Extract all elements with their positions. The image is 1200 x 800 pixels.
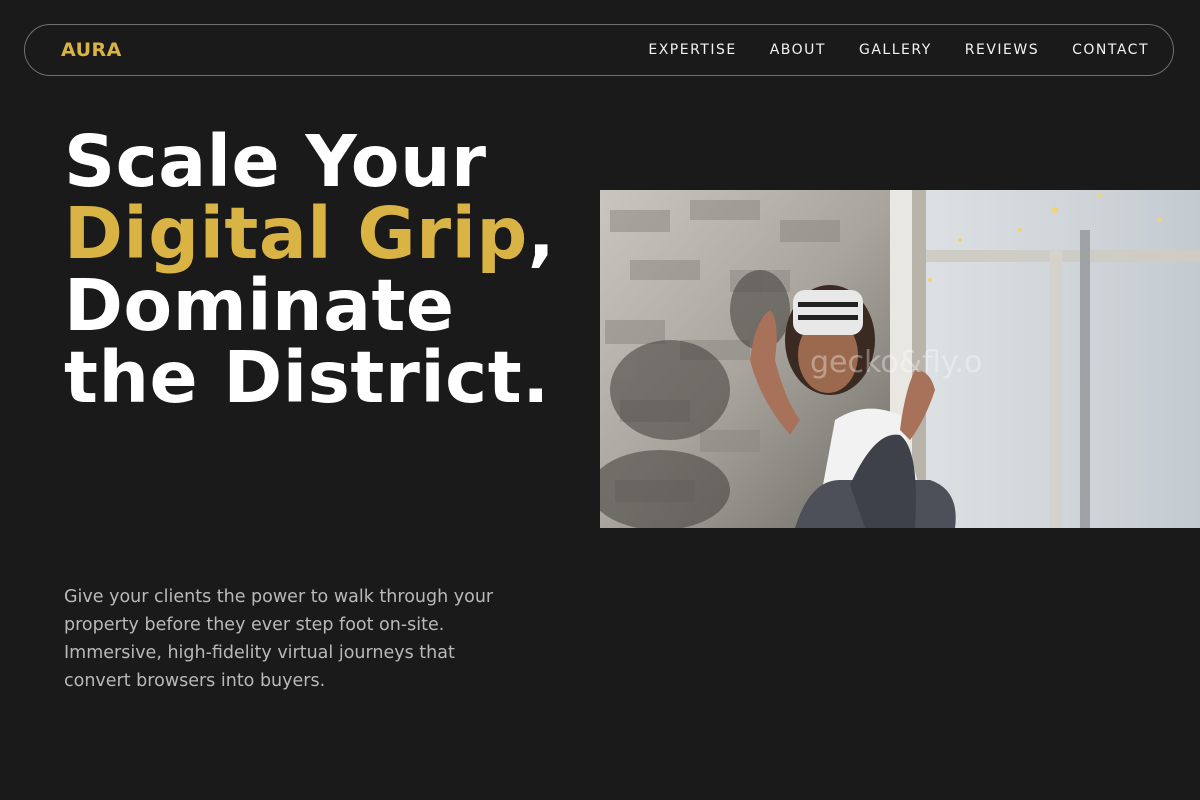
image-watermark: gecko&fly.o [810, 345, 982, 380]
nav-link-gallery[interactable]: GALLERY [859, 42, 932, 58]
nav-links: EXPERTISE ABOUT GALLERY REVIEWS CONTACT [615, 42, 1149, 58]
navbar: AURA EXPERTISE ABOUT GALLERY REVIEWS CON… [24, 24, 1174, 76]
nav-link-contact[interactable]: CONTACT [1072, 42, 1149, 58]
hero-subtitle: Give your clients the power to walk thro… [64, 587, 494, 691]
hero-title-line1: Scale Your [64, 120, 487, 203]
hero-title-rest: Dominate the District. [64, 264, 550, 419]
logo[interactable]: AURA [61, 39, 122, 61]
nav-link-about[interactable]: ABOUT [770, 42, 826, 58]
hero-image: gecko&fly.o [600, 190, 1200, 528]
nav-link-reviews[interactable]: REVIEWS [965, 42, 1039, 58]
hero-title: Scale Your Digital Grip, Dominate the Dist… [64, 126, 584, 414]
page: AURA EXPERTISE ABOUT GALLERY REVIEWS CON… [0, 0, 1200, 800]
hero-title-comma: , [527, 192, 556, 275]
nav-link-expertise[interactable]: EXPERTISE [648, 42, 736, 58]
hero-title-accent: Digital Grip [64, 192, 528, 275]
